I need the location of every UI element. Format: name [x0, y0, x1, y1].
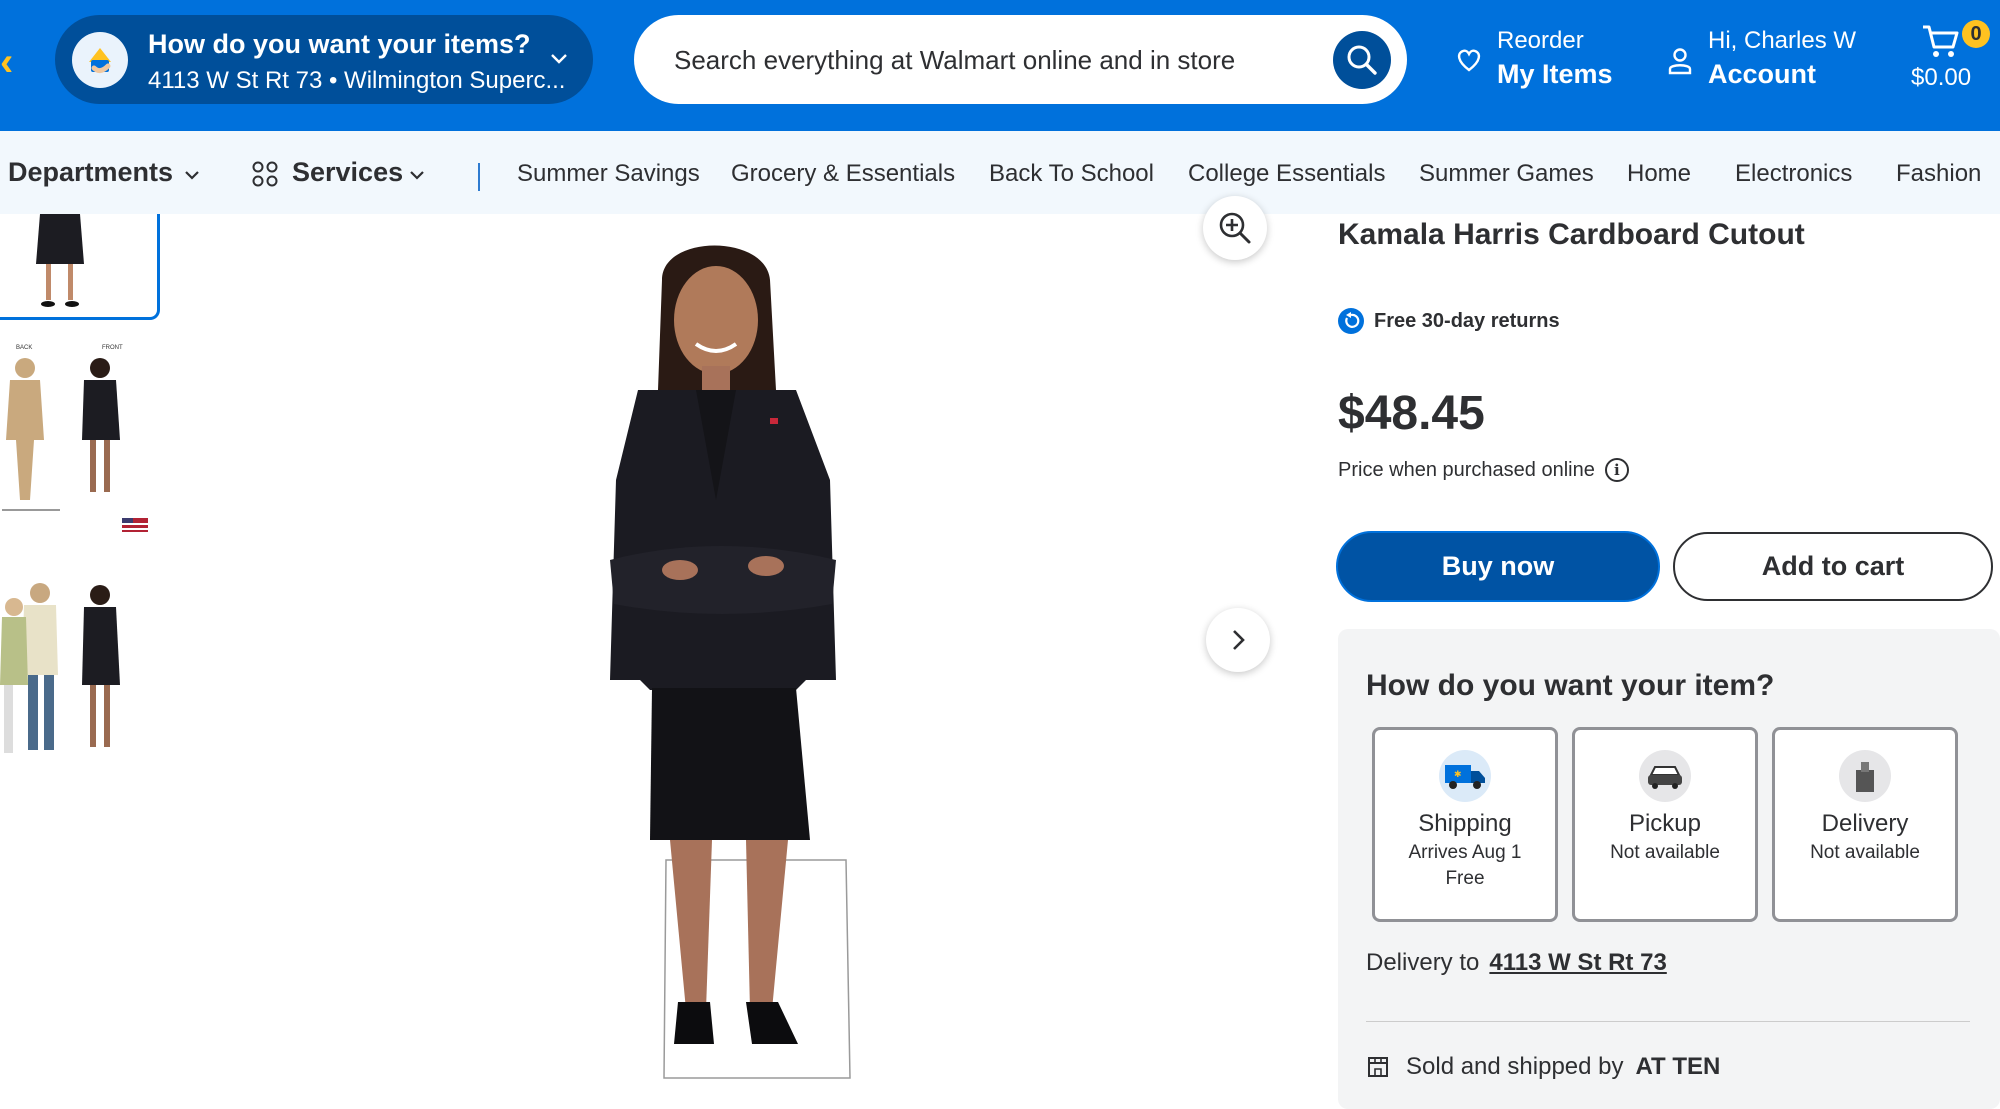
- price-note: Price when purchased online i: [1338, 458, 1629, 482]
- shipping-label: Shipping: [1418, 810, 1512, 837]
- location-address: 4113 W St Rt 73 • Wilmington Superc...: [148, 67, 566, 94]
- cart-count-badge: 0: [1962, 20, 1990, 48]
- chevron-down-icon: [185, 171, 199, 180]
- departments-menu[interactable]: Departments: [8, 157, 173, 188]
- fulfillment-panel: How do you want your item? ✱ Shipping Ar…: [1338, 629, 2000, 1109]
- reorder-label: Reorder: [1497, 27, 1584, 54]
- my-items-label: My Items: [1497, 59, 1613, 89]
- returns-label: Free 30-day returns: [1374, 309, 1560, 332]
- user-icon: [1668, 48, 1692, 75]
- shipping-cost: Free: [1445, 868, 1485, 889]
- front-label: FRONT: [102, 345, 123, 351]
- chevron-down-icon: [551, 54, 567, 64]
- delivery-address-link[interactable]: 4113 W St Rt 73: [1489, 949, 1666, 976]
- divider: [1366, 1021, 1970, 1022]
- account-label: Account: [1708, 59, 1816, 89]
- nav-link-fashion[interactable]: Fashion: [1896, 160, 1981, 188]
- location-intent-icon: [72, 32, 128, 88]
- nav-link-summer-games[interactable]: Summer Games: [1419, 160, 1594, 188]
- thumbnail-figure-image: [36, 214, 84, 307]
- return-arrow-icon: [1338, 308, 1364, 334]
- fulfillment-location-selector[interactable]: How do you want your items? 4113 W St Rt…: [55, 15, 593, 104]
- search-input[interactable]: [674, 35, 1314, 85]
- pickup-label: Pickup: [1628, 810, 1702, 837]
- delivery-status: Not available: [1810, 842, 1920, 863]
- category-nav: Departments Services Summer Savings Groc…: [0, 131, 2000, 214]
- car-icon: [1639, 750, 1691, 802]
- bag-icon: [1839, 750, 1891, 802]
- shipping-arrival: Arrives Aug 1: [1408, 842, 1522, 863]
- cardboard-cutout-figure-image: [610, 245, 851, 1079]
- location-title: How do you want your items?: [148, 29, 531, 59]
- top-header: ‹ How do you want your items? 4113 W St …: [0, 0, 2000, 131]
- store-icon: [1368, 1057, 1388, 1077]
- buy-now-button[interactable]: Buy now: [1336, 531, 1660, 602]
- seller-name[interactable]: AT TEN: [1636, 1053, 1721, 1081]
- services-menu[interactable]: Services: [292, 157, 403, 188]
- thumbnail-back-front-image: BACK FRONT: [2, 345, 148, 532]
- fulfillment-option-pickup[interactable]: Pickup Not available: [1572, 727, 1758, 922]
- next-image-button[interactable]: [1206, 608, 1270, 672]
- delivery-label: Delivery: [1821, 810, 1909, 837]
- nav-link-college-essentials[interactable]: College Essentials: [1188, 160, 1385, 188]
- cart-total: $0.00: [1911, 64, 1972, 91]
- fulfillment-option-shipping[interactable]: ✱ Shipping Arrives Aug 1 Free: [1372, 727, 1558, 922]
- thumbnail-scale-comparison-image: [0, 583, 120, 753]
- product-thumbnail-2[interactable]: BACK FRONT: [0, 340, 160, 540]
- back-chevron-icon[interactable]: ‹: [0, 40, 18, 84]
- svg-text:✱: ✱: [1454, 769, 1462, 779]
- free-returns-badge[interactable]: Free 30-day returns: [1338, 308, 1560, 334]
- price-note-label: Price when purchased online: [1338, 458, 1595, 481]
- info-icon[interactable]: i: [1604, 458, 1629, 482]
- product-thumbnail-1[interactable]: [0, 214, 160, 320]
- delivery-to-label: Delivery to: [1366, 949, 1480, 976]
- pickup-status: Not available: [1610, 842, 1720, 863]
- services-grid-icon: [252, 161, 278, 187]
- nav-divider: [478, 163, 480, 191]
- zoom-in-icon: [1219, 212, 1251, 244]
- zoom-button[interactable]: [1203, 196, 1267, 260]
- add-to-cart-button[interactable]: Add to cart: [1673, 532, 1993, 601]
- back-label: BACK: [16, 345, 32, 351]
- chevron-right-icon: [1233, 630, 1245, 650]
- fulfillment-option-delivery[interactable]: Delivery Not available: [1772, 727, 1958, 922]
- product-price: $48.45: [1338, 387, 1485, 440]
- seller-row: Sold and shipped by AT TEN: [1366, 1053, 1720, 1081]
- heart-icon: [1457, 49, 1481, 72]
- product-main-image[interactable]: [570, 240, 890, 1080]
- account-greeting: Hi, Charles W: [1708, 27, 1857, 54]
- nav-link-electronics[interactable]: Electronics: [1735, 160, 1852, 188]
- cart-icon: [1923, 25, 1959, 57]
- product-title: Kamala Harris Cardboard Cutout: [1338, 218, 1805, 251]
- search-button[interactable]: [1333, 31, 1391, 89]
- nav-link-summer-savings[interactable]: Summer Savings: [517, 160, 700, 188]
- reorder-my-items[interactable]: Reorder My Items: [1455, 27, 1613, 90]
- fulfillment-title: How do you want your item?: [1366, 669, 1775, 702]
- nav-link-home[interactable]: Home: [1627, 160, 1691, 188]
- nav-link-back-to-school[interactable]: Back To School: [989, 160, 1154, 188]
- account-menu[interactable]: Hi, Charles W Account: [1668, 27, 1856, 90]
- delivery-address-row: Delivery to 4113 W St Rt 73: [1366, 949, 1667, 977]
- search-bar: [634, 15, 1407, 104]
- truck-icon: ✱: [1439, 750, 1491, 802]
- product-thumbnail-3[interactable]: [0, 575, 160, 760]
- sold-by-label: Sold and shipped by: [1406, 1053, 1624, 1080]
- search-icon: [1347, 45, 1377, 75]
- nav-link-grocery-essentials[interactable]: Grocery & Essentials: [731, 160, 955, 188]
- chevron-down-icon: [410, 171, 424, 180]
